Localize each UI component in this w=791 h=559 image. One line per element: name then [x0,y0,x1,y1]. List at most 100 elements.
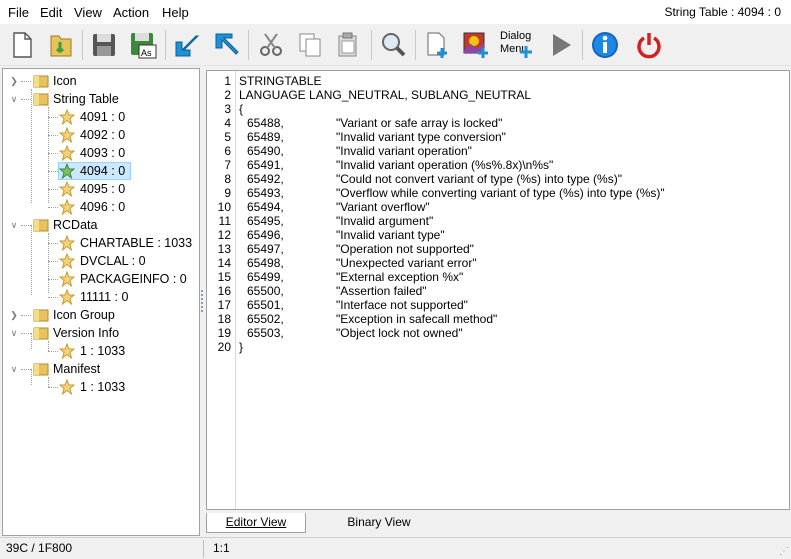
string-value: "Invalid variant type conversion" [336,130,506,144]
string-value: "Overflow while converting variant of ty… [336,186,665,200]
back-button[interactable] [170,28,204,62]
menu-file[interactable]: File [8,5,29,20]
star-selected-icon [59,163,75,179]
string-id: 65489, [247,130,284,144]
tree-item-4095[interactable]: 4095 : 0 [3,181,199,197]
code-line-2: LANGUAGE LANG_NEUTRAL, SUBLANG_NEUTRAL [239,88,532,102]
current-resource-label: String Table : 4094 : 0 [664,5,781,19]
tree-item-4094[interactable]: 4094 : 0 [3,162,199,180]
chevron-down-icon[interactable]: ∨ [9,328,19,338]
star-icon [59,289,75,305]
chevron-down-icon[interactable]: ∨ [9,364,19,374]
save-button[interactable] [87,28,121,62]
panel-splitter[interactable] [200,68,205,536]
menu-edit[interactable]: Edit [40,5,62,20]
exit-button[interactable] [632,28,666,62]
status-cursor-position: 1:1 [213,541,230,555]
star-icon [59,253,75,269]
tree-item-manifest-1033[interactable]: 1 : 1033 [3,379,199,395]
add-resource-button[interactable] [420,28,454,62]
tab-editor-view[interactable]: Editor View [206,513,306,533]
folder-open-icon [33,93,49,106]
new-file-button[interactable] [5,28,39,62]
save-as-button[interactable]: As [126,28,160,62]
string-id: 65496, [247,228,284,242]
forward-button[interactable] [208,28,242,62]
menu-action[interactable]: Action [113,5,149,20]
paste-button[interactable] [331,28,365,62]
tree-item-chartable[interactable]: CHARTABLE : 1033 [3,235,199,251]
string-id: 65492, [247,172,284,186]
line-number: 14 [217,256,231,270]
string-value: "Variant overflow" [336,200,430,214]
arrow-forward-icon [215,33,239,55]
line-number: 20 [217,340,231,354]
line-number: 13 [217,242,231,256]
cut-button[interactable] [254,28,288,62]
search-button[interactable] [376,28,410,62]
search-icon [382,33,406,57]
tree-node-rcdata[interactable]: ∨ RCData [3,217,199,233]
menu-help[interactable]: Help [162,5,189,20]
tree-node-manifest[interactable]: ∨ Manifest [3,361,199,377]
line-number: 4 [224,116,231,130]
about-button[interactable] [588,28,622,62]
power-icon [637,33,661,59]
string-id: 65495, [247,214,284,228]
line-number: 2 [224,88,231,102]
tree-item-4091[interactable]: 4091 : 0 [3,109,199,125]
tree-item-dvclal[interactable]: DVCLAL : 0 [3,253,199,269]
tab-binary-view[interactable]: Binary View [334,513,424,533]
line-number: 8 [224,172,231,186]
line-number: 18 [217,312,231,326]
star-icon [59,181,75,197]
star-icon [59,199,75,215]
string-id: 65503, [247,326,284,340]
run-button[interactable] [543,28,577,62]
string-value: "Invalid argument" [336,214,434,228]
tree-item-4093[interactable]: 4093 : 0 [3,145,199,161]
chevron-down-icon[interactable]: ∨ [9,220,19,230]
add-dialog-menu-button[interactable]: Dialog Menu [498,28,536,62]
string-value: "Unexpected variant error" [336,256,477,270]
resource-tree[interactable]: ❯ Icon ∨ String Table 4091 : 0 4092 : 0 … [2,68,200,536]
add-image-icon [463,32,488,58]
star-icon [59,145,75,161]
tree-node-icon[interactable]: ❯ Icon [3,73,199,89]
chevron-right-icon[interactable]: ❯ [9,310,19,320]
chevron-right-icon[interactable]: ❯ [9,76,19,86]
menu-view[interactable]: View [74,5,102,20]
folder-icon [33,75,49,88]
string-id: 65488, [247,116,284,130]
open-button[interactable] [44,28,78,62]
resize-grip[interactable]: ⋰ [779,546,789,557]
line-number: 6 [224,144,231,158]
tree-item-4096[interactable]: 4096 : 0 [3,199,199,215]
string-value: "Could not convert variant of type (%s) … [336,172,622,186]
chevron-down-icon[interactable]: ∨ [9,94,19,104]
line-number: 11 [218,214,231,228]
tree-item-4092[interactable]: 4092 : 0 [3,127,199,143]
string-value: "Operation not supported" [336,242,474,256]
menu-bar: File Edit View Action Help String Table … [0,0,791,24]
string-id: 65493, [247,186,284,200]
tree-node-icon-group[interactable]: ❯ Icon Group [3,307,199,323]
tree-item-11111[interactable]: 11111 : 0 [3,289,199,305]
save-as-icon: As [131,33,157,59]
tree-node-version-info[interactable]: ∨ Version Info [3,325,199,341]
save-icon [93,34,115,56]
copy-button[interactable] [293,28,327,62]
line-number: 1 [224,74,231,88]
add-image-button[interactable] [459,28,493,62]
tree-node-string-table[interactable]: ∨ String Table [3,91,199,107]
string-value: "External exception %x" [336,270,464,284]
string-id: 65494, [247,200,284,214]
line-number: 7 [224,158,231,172]
tree-item-packageinfo[interactable]: PACKAGEINFO : 0 [3,271,199,287]
status-bar: 39C / 1F800 1:1 ⋰ [0,537,791,559]
folder-open-icon [33,219,49,232]
tree-item-version-1033[interactable]: 1 : 1033 [3,343,199,359]
string-id: 65497, [247,242,284,256]
line-number: 16 [217,284,231,298]
code-editor[interactable]: 1 2 3 4 5 6 7 8 9 10 11 12 13 14 15 16 17 18 19 20 STRINGTA… [206,70,790,510]
